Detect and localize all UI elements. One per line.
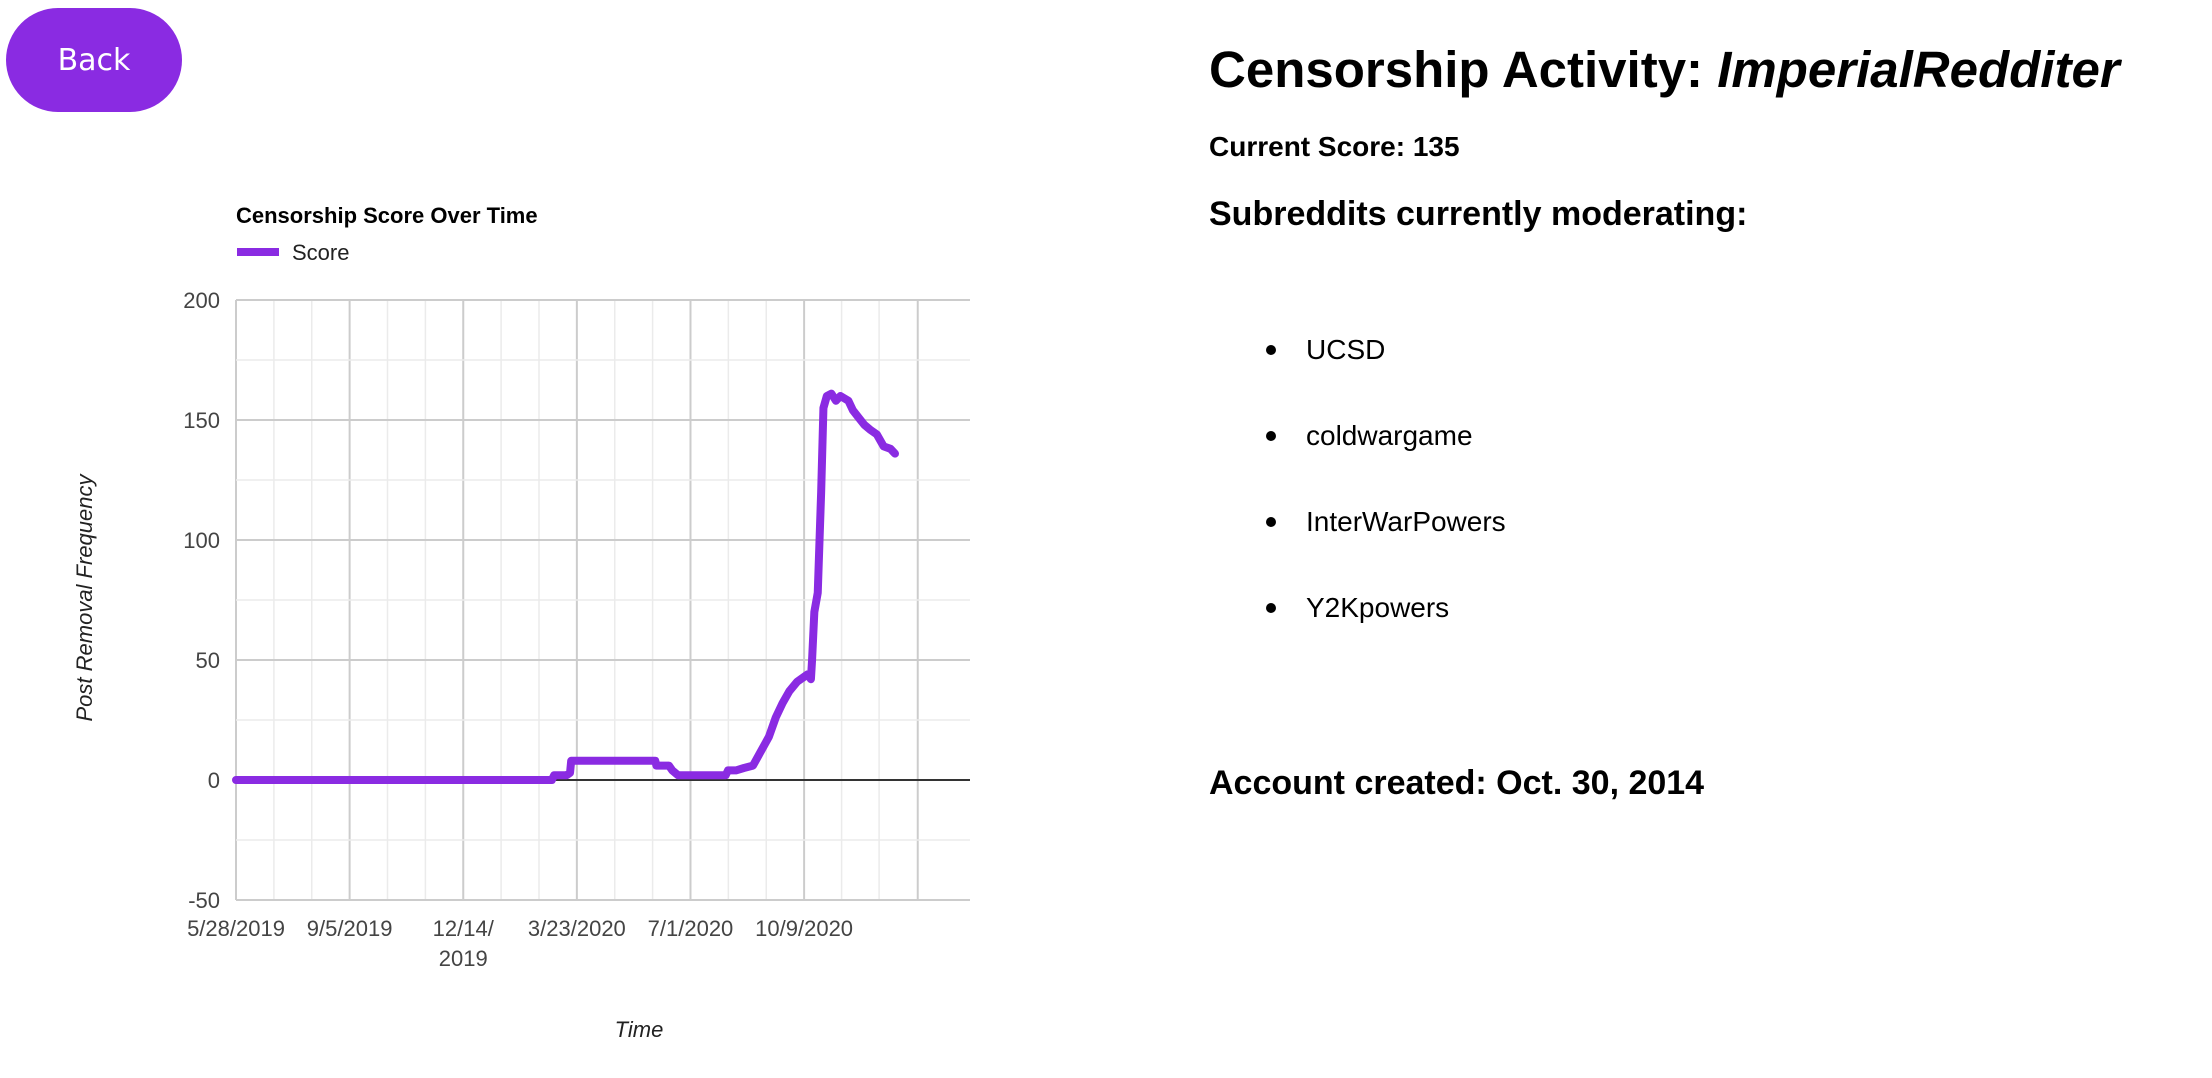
bullet-icon	[1266, 345, 1276, 355]
subreddit-list: UCSD coldwargame InterWarPowers Y2Kpower…	[1209, 322, 1506, 666]
y-tick-label: 50	[196, 648, 220, 673]
x-tick-label: 5/28/2019	[187, 916, 285, 941]
subreddit-name: coldwargame	[1306, 420, 1473, 451]
subreddit-name: InterWarPowers	[1306, 506, 1506, 537]
x-tick-label: 12/14/	[433, 916, 495, 941]
bullet-icon	[1266, 431, 1276, 441]
page: Back 200 150 100 50 0 -50 5/28/2019 9/5/2019 12/…	[0, 0, 2212, 1078]
x-axis-label: Time	[615, 1017, 664, 1042]
moderating-heading: Subreddits currently moderating:	[1209, 195, 1748, 233]
y-tick-label: 0	[208, 768, 220, 793]
score-series-line	[232, 389, 900, 784]
bullet-icon	[1266, 517, 1276, 527]
chart-svg: 200 150 100 50 0 -50 5/28/2019 9/5/2019 12/14/20…	[72, 203, 970, 1042]
y-tick-label: 100	[183, 528, 220, 553]
x-tick-label: 7/1/2020	[648, 916, 734, 941]
legend-label: Score	[292, 240, 349, 265]
y-tick-label: -50	[188, 888, 220, 913]
title-prefix: Censorship Activity:	[1209, 41, 1718, 98]
y-tick-label: 150	[183, 408, 220, 433]
x-tick-label: 3/23/2020	[528, 916, 626, 941]
chart-title: Censorship Score Over Time	[236, 203, 538, 228]
account-created: Account created: Oct. 30, 2014	[1209, 764, 1705, 802]
x-tick-label: 10/9/2020	[755, 916, 853, 941]
y-axis-label: Post Removal Frequency	[72, 473, 97, 722]
current-score: Current Score: 135	[1209, 131, 1460, 162]
bullet-icon	[1266, 603, 1276, 613]
username: ImperialRedditer	[1717, 41, 2120, 98]
page-title: Censorship Activity: ImperialRedditer	[1209, 40, 2120, 99]
subreddit-item: Y2Kpowers	[1209, 580, 1506, 666]
x-tick-label: 2019	[439, 946, 488, 971]
x-tick-label: 9/5/2019	[307, 916, 393, 941]
subreddit-item: coldwargame	[1209, 408, 1506, 494]
subreddit-item: InterWarPowers	[1209, 494, 1506, 580]
censorship-chart: 200 150 100 50 0 -50 5/28/2019 9/5/2019 12/14/20…	[60, 180, 1040, 1078]
subreddit-item: UCSD	[1209, 322, 1506, 408]
subreddit-name: Y2Kpowers	[1306, 592, 1450, 623]
y-tick-label: 200	[183, 288, 220, 313]
subreddit-name: UCSD	[1306, 334, 1386, 365]
back-button[interactable]: Back	[6, 8, 182, 112]
